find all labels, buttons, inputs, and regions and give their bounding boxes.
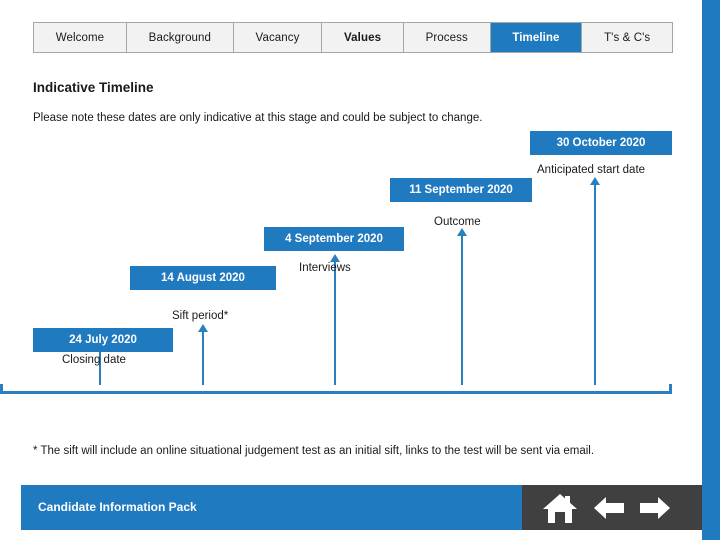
arrowhead-anticipated-start (590, 177, 600, 185)
tab-welcome[interactable]: Welcome (34, 23, 127, 52)
datebox-closing-date: 24 July 2020 (33, 328, 173, 352)
datebox-interviews: 11 September 2020 (390, 178, 532, 202)
baseline-cap-right (669, 384, 672, 394)
eventlabel-closing-date: Closing date (62, 354, 126, 366)
tab-process[interactable]: Process (403, 23, 491, 52)
stem-september-4 (334, 262, 336, 385)
eventlabel-anticipated-start: Anticipated start date (537, 164, 646, 176)
page-title: Indicative Timeline (33, 80, 154, 95)
baseline-cap-left (0, 384, 3, 394)
eventlabel-interviews: Interviews (299, 262, 351, 274)
tab-values[interactable]: Values (322, 23, 404, 52)
slide-page: Welcome Background Vacancy Values Proces… (0, 0, 720, 540)
footer-title: Candidate Information Pack (38, 500, 197, 514)
datebox-september-4: 4 September 2020 (264, 227, 404, 251)
eventlabel-outcome: Outcome (434, 216, 481, 228)
home-icon[interactable] (540, 491, 580, 525)
tab-vacancy[interactable]: Vacancy (233, 23, 323, 52)
tab-bar: Welcome Background Vacancy Values Proces… (33, 22, 673, 53)
indicative-note: Please note these dates are only indicat… (33, 112, 483, 124)
right-edge-bar (702, 0, 720, 540)
arrowhead-september-4 (330, 254, 340, 262)
stem-interviews (461, 236, 463, 385)
timeline-baseline (0, 391, 672, 394)
stem-anticipated-start (594, 185, 596, 385)
tab-terms-conditions[interactable]: T's & C's (582, 23, 672, 52)
datebox-anticipated-start: 30 October 2020 (530, 131, 672, 155)
stem-sift-period (202, 332, 204, 385)
footnote-sift: * The sift will include an online situat… (33, 445, 595, 457)
arrowhead-interviews (457, 228, 467, 236)
tab-background[interactable]: Background (126, 23, 234, 52)
datebox-sift-period: 14 August 2020 (130, 266, 276, 290)
tab-timeline[interactable]: Timeline (490, 23, 583, 52)
arrow-right-icon[interactable] (638, 495, 672, 521)
arrowhead-sift-period (198, 324, 208, 332)
eventlabel-sift-period: Sift period* (172, 310, 229, 322)
footer-nav (522, 485, 702, 530)
arrow-left-icon[interactable] (592, 495, 626, 521)
